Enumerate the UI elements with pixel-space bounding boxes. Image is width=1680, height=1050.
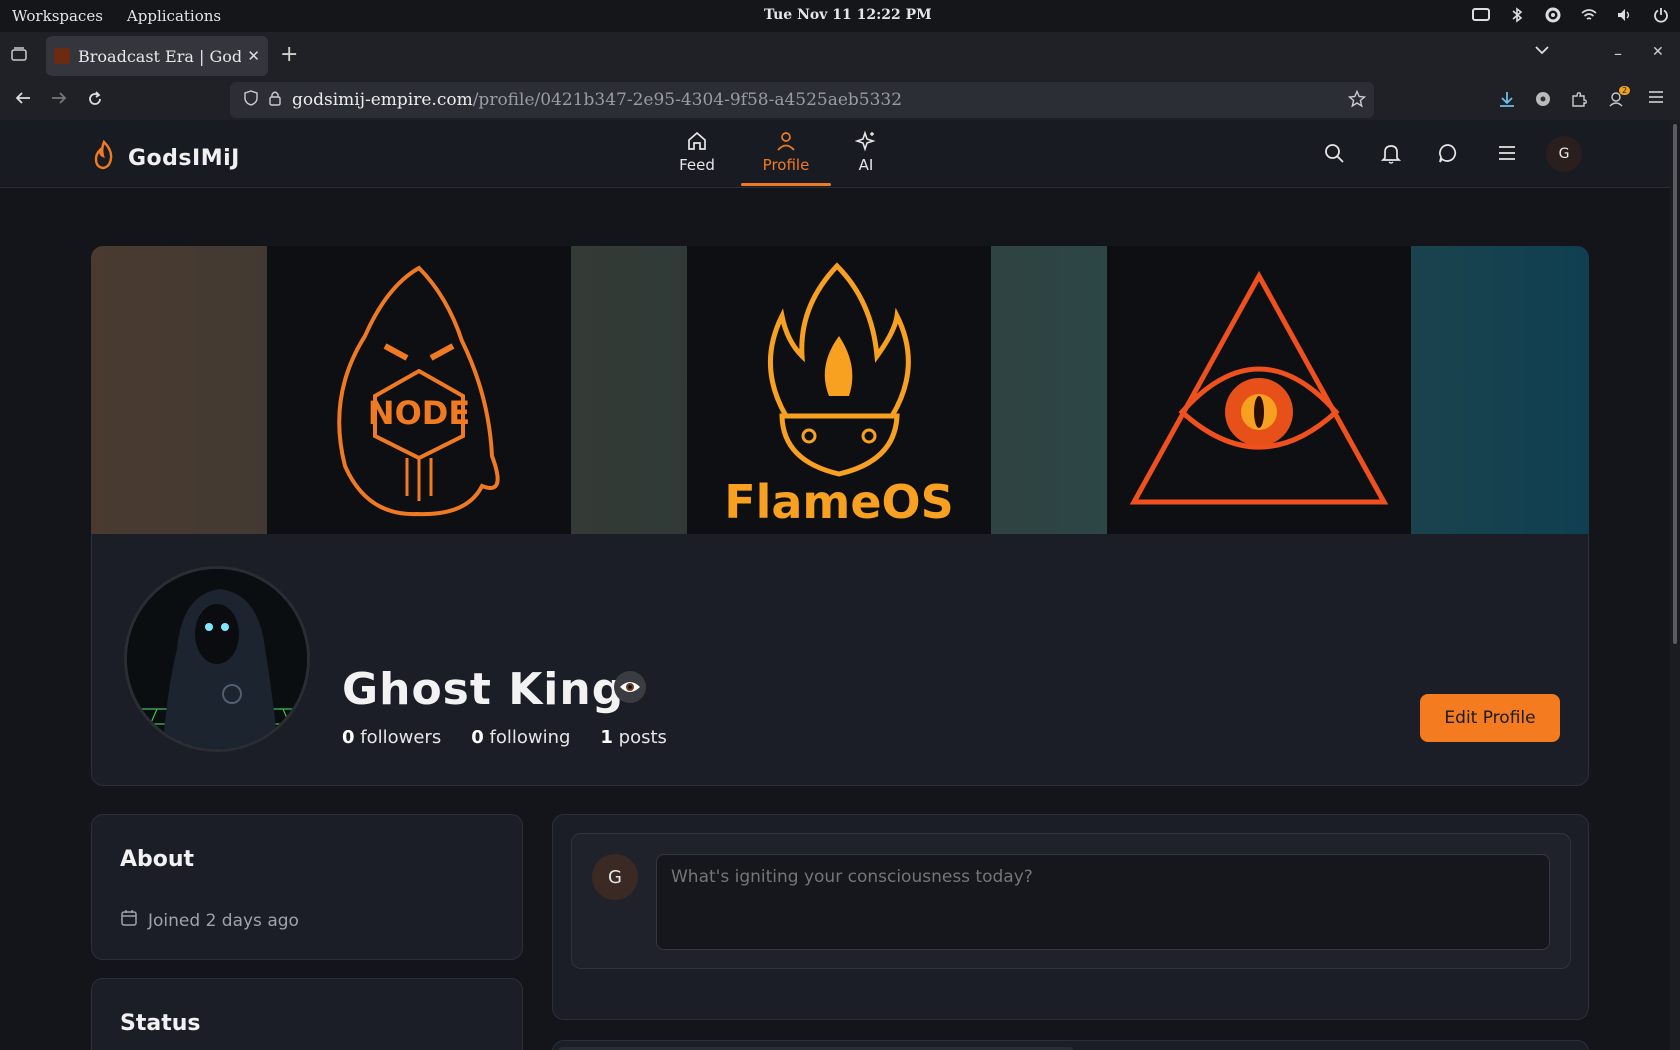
download-badge: 2 — [1619, 86, 1631, 95]
profile-stats: 0 followers 0 following 1 posts — [342, 727, 667, 748]
wifi-icon[interactable] — [1580, 6, 1598, 24]
followers-label: followers — [360, 727, 442, 748]
status-card: Status — [91, 978, 523, 1050]
bluetooth-icon[interactable] — [1508, 6, 1526, 24]
status-title: Status — [120, 1011, 201, 1036]
home-icon — [686, 130, 708, 156]
browser-tab-bar: Broadcast Era | GodsIMiJ ✕ + – ✕ — [0, 32, 1680, 80]
downloads-icon[interactable] — [1498, 90, 1516, 108]
browser-tab[interactable]: Broadcast Era | GodsIMiJ ✕ — [46, 36, 268, 76]
url-bar[interactable]: godsimij-empire.com/profile/0421b347-2e9… — [230, 82, 1374, 118]
user-icon — [775, 130, 797, 156]
banner-tile-node: NODE — [267, 246, 571, 534]
search-icon[interactable] — [1323, 142, 1347, 166]
reload-icon[interactable] — [86, 90, 104, 108]
tab-title: Broadcast Era | GodsIMiJ — [78, 46, 242, 66]
nav-ai[interactable]: AI — [821, 130, 911, 182]
page-scrollbar[interactable] — [1670, 120, 1680, 1050]
brand-logo[interactable]: GodsIMiJ — [92, 139, 240, 176]
about-card: About Joined 2 days ago — [91, 814, 523, 960]
flame-icon — [92, 139, 116, 176]
url-host: godsimij-empire.com — [292, 90, 473, 110]
applications-menu[interactable]: Applications — [127, 7, 221, 25]
banner-node-text: NODE — [368, 394, 470, 432]
app-header: GodsIMiJ Feed Profile AI G — [0, 120, 1670, 188]
followers-stat[interactable]: 0 followers — [342, 727, 441, 748]
url-path: /profile/0421b347-2e95-4304-9f58-a4525ae… — [472, 90, 903, 110]
nav-profile-label: Profile — [762, 156, 810, 174]
eye-badge-icon[interactable] — [614, 671, 646, 703]
following-stat[interactable]: 0 following — [471, 727, 570, 748]
extensions-puzzle-icon[interactable] — [1570, 90, 1588, 108]
hooded-figure-avatar-icon — [127, 569, 307, 749]
minimize-icon[interactable]: – — [1614, 44, 1622, 63]
post-input[interactable] — [656, 854, 1550, 950]
following-count: 0 — [471, 727, 484, 748]
bookmark-star-icon[interactable] — [1347, 89, 1367, 113]
tab-list-chevron-icon[interactable] — [1534, 44, 1550, 56]
node-ghost-icon: NODE — [337, 265, 500, 517]
workspaces-menu[interactable]: Workspaces — [12, 7, 103, 25]
post-card — [552, 1040, 1589, 1050]
close-window-icon[interactable]: ✕ — [1652, 44, 1664, 60]
screen-icon[interactable] — [1472, 6, 1490, 24]
post-composer: G — [571, 833, 1571, 969]
banner-tile-flameos: FlameOS — [687, 246, 991, 534]
forward-arrow-icon[interactable] — [50, 90, 68, 106]
clock[interactable]: Tue Nov 11 12:22 PM — [764, 7, 932, 23]
notifications-bell-icon[interactable] — [1380, 142, 1404, 166]
edit-profile-button[interactable]: Edit Profile — [1420, 694, 1560, 742]
brand-name: GodsIMiJ — [128, 145, 240, 171]
tab-overview-icon[interactable] — [10, 46, 28, 62]
posts-count: 1 — [600, 727, 613, 748]
calendar-icon — [120, 909, 138, 932]
followers-count: 0 — [342, 727, 355, 748]
desktop-top-bar: Workspaces Applications Tue Nov 11 12:22… — [0, 0, 1680, 32]
volume-icon[interactable] — [1616, 6, 1634, 24]
about-title: About — [120, 847, 195, 872]
joined-text: Joined 2 days ago — [148, 910, 299, 931]
sparkles-icon — [854, 130, 877, 156]
settings-gear-icon[interactable] — [1544, 6, 1562, 24]
user-avatar-button[interactable]: G — [1546, 136, 1582, 172]
nav-profile[interactable]: Profile — [741, 130, 831, 186]
banner-tile-eye — [1107, 246, 1411, 534]
profile-banner: NODE FlameOS — [91, 246, 1589, 534]
tab-close-icon[interactable]: ✕ — [247, 47, 260, 65]
banner-flameos-text: FlameOS — [724, 475, 954, 529]
lock-icon[interactable] — [268, 90, 282, 111]
profile-name: Ghost King — [342, 664, 625, 715]
posts-label: posts — [618, 727, 667, 748]
posts-stat[interactable]: 1 posts — [600, 727, 667, 748]
extension-circle-icon[interactable] — [1534, 90, 1552, 108]
tab-favicon-icon — [54, 48, 70, 64]
power-icon[interactable] — [1652, 6, 1670, 24]
composer-avatar: G — [592, 854, 638, 900]
scrollbar-thumb[interactable] — [1673, 124, 1677, 644]
account-sync-icon[interactable]: 2 — [1608, 86, 1631, 108]
post-composer-card: G — [552, 814, 1589, 1020]
nav-feed[interactable]: Feed — [652, 130, 742, 182]
joined-info: Joined 2 days ago — [120, 909, 299, 932]
profile-avatar[interactable] — [124, 566, 310, 752]
messages-icon[interactable] — [1437, 142, 1461, 166]
browser-nav-bar: godsimij-empire.com/profile/0421b347-2e9… — [0, 80, 1680, 120]
eye-of-providence-icon — [1129, 270, 1389, 505]
shield-icon[interactable] — [244, 89, 258, 111]
hamburger-menu-icon[interactable] — [1648, 90, 1664, 104]
menu-icon[interactable] — [1496, 142, 1520, 166]
new-tab-icon[interactable]: + — [280, 42, 298, 67]
flameos-icon: FlameOS — [724, 262, 954, 529]
app-viewport: GodsIMiJ Feed Profile AI G NODE FlameOS … — [0, 120, 1670, 1050]
nav-ai-label: AI — [858, 156, 874, 174]
back-arrow-icon[interactable] — [14, 90, 32, 106]
nav-feed-label: Feed — [679, 156, 715, 174]
following-label: following — [489, 727, 571, 748]
profile-info-panel: Ghost King 0 followers 0 following 1 pos… — [91, 534, 1589, 786]
